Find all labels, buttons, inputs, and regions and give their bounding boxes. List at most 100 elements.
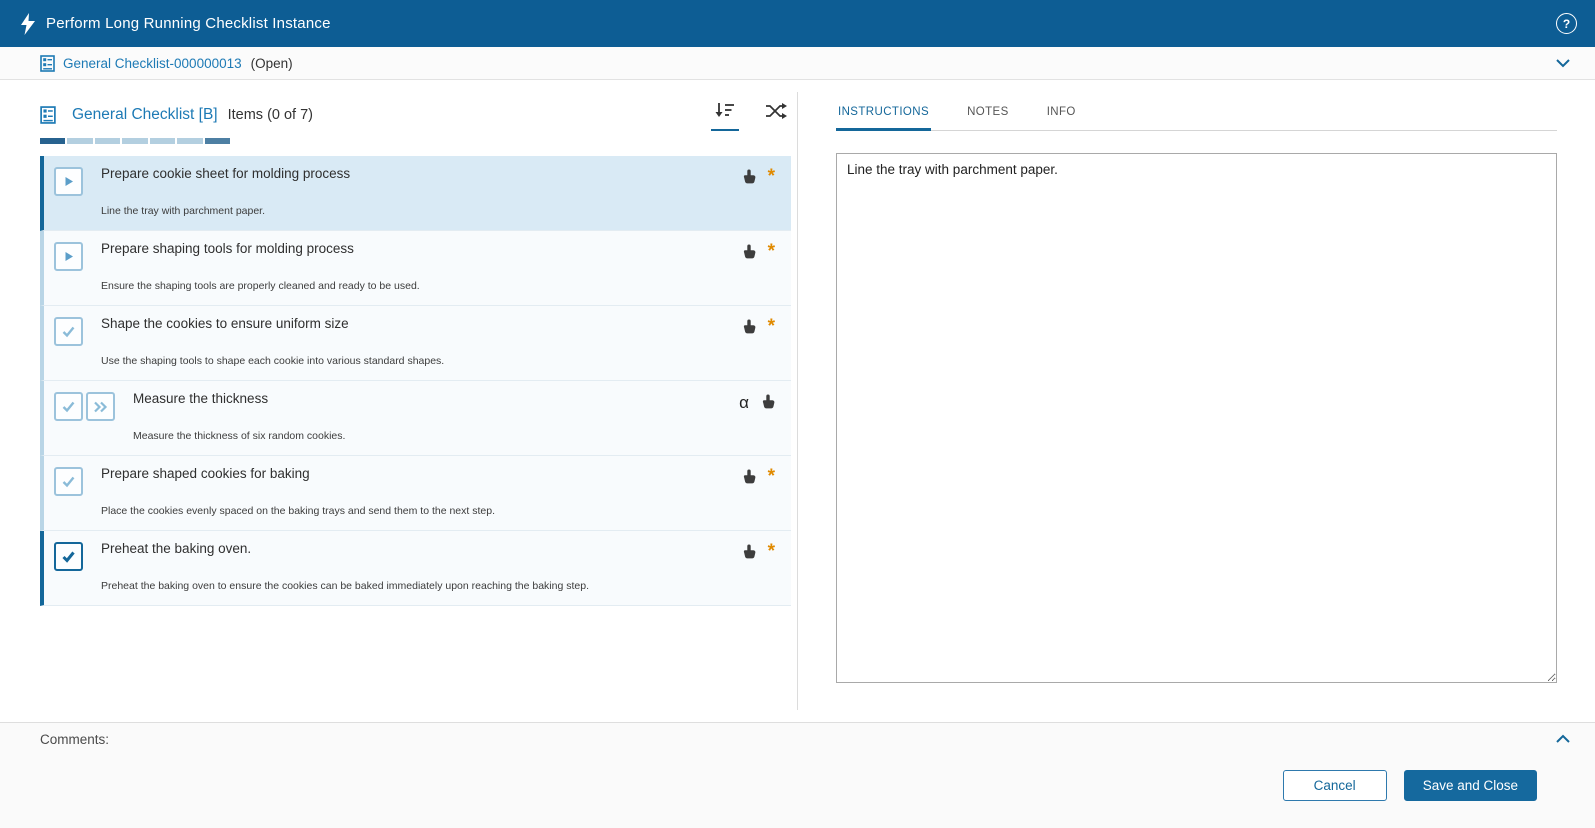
instructions-textarea[interactable]: Line the tray with parchment paper. xyxy=(836,153,1557,683)
item-description: Line the tray with parchment paper. xyxy=(101,205,742,217)
complete-checkbox[interactable] xyxy=(54,542,83,571)
item-title: Prepare cookie sheet for molding process xyxy=(101,166,742,181)
manual-hand-icon xyxy=(742,169,756,184)
item-status-icons: α * xyxy=(739,381,791,455)
detail-tabs: INSTRUCTIONS NOTES INFO xyxy=(836,106,1557,131)
start-step-button[interactable] xyxy=(54,167,83,196)
item-status-icons: α * xyxy=(742,531,791,605)
item-texts: Prepare shaped cookies for baking Place … xyxy=(83,456,742,530)
breadcrumb: General Checklist-000000013 (Open) xyxy=(0,47,1595,80)
title-bar: Perform Long Running Checklist Instance … xyxy=(0,0,1595,47)
footer-actions: Cancel Save and Close xyxy=(0,755,1595,828)
checklist-items: Prepare cookie sheet for molding process… xyxy=(40,156,791,606)
item-texts: Preheat the baking oven. Preheat the bak… xyxy=(83,531,742,605)
checklist-panel: General Checklist [B] Items (0 of 7) xyxy=(0,80,797,722)
item-description: Preheat the baking oven to ensure the co… xyxy=(101,580,742,592)
app-window: Perform Long Running Checklist Instance … xyxy=(0,0,1595,828)
checklist-item[interactable]: Prepare cookie sheet for molding process… xyxy=(40,156,791,231)
item-control xyxy=(44,531,83,605)
checklist-title: General Checklist [B] xyxy=(72,106,218,124)
progress-segment xyxy=(67,138,92,144)
play-icon xyxy=(62,175,75,188)
item-description: Place the cookies evenly spaced on the b… xyxy=(101,505,742,517)
item-title: Shape the cookies to ensure uniform size xyxy=(101,316,742,331)
complete-checkbox[interactable] xyxy=(54,392,83,421)
manual-hand-icon xyxy=(761,394,775,409)
comments-label: Comments: xyxy=(40,732,109,747)
item-texts: Prepare cookie sheet for molding process… xyxy=(83,156,742,230)
item-control xyxy=(44,231,83,305)
complete-checkbox[interactable] xyxy=(54,317,83,346)
progress-segment xyxy=(122,138,147,144)
send-next-chevron-button[interactable] xyxy=(86,392,115,421)
complete-checkbox[interactable] xyxy=(54,467,83,496)
checklist-item[interactable]: Prepare shaping tools for molding proces… xyxy=(40,231,791,306)
item-control xyxy=(44,456,83,530)
item-status-icons: α * xyxy=(742,231,791,305)
start-step-button[interactable] xyxy=(54,242,83,271)
item-status-icons: α * xyxy=(742,306,791,380)
alpha-icon: α xyxy=(739,394,749,412)
checklist-header: General Checklist [B] Items (0 of 7) xyxy=(40,98,791,131)
page-title: Perform Long Running Checklist Instance xyxy=(46,15,331,32)
comments-section: Comments: xyxy=(0,722,1595,755)
required-asterisk: * xyxy=(768,319,775,335)
progress-segment xyxy=(95,138,120,144)
item-texts: Shape the cookies to ensure uniform size… xyxy=(83,306,742,380)
help-icon[interactable]: ? xyxy=(1556,13,1577,34)
tab-info[interactable]: INFO xyxy=(1045,106,1078,131)
checklist-instance-link[interactable]: General Checklist-000000013 xyxy=(63,56,242,71)
checklist-item[interactable]: Prepare shaped cookies for baking Place … xyxy=(40,456,791,531)
checklist-item[interactable]: Preheat the baking oven. Preheat the bak… xyxy=(40,531,791,606)
item-status-icons: α * xyxy=(742,156,791,230)
checklist-doc-icon xyxy=(40,55,55,72)
shuffle-button[interactable] xyxy=(761,99,791,130)
check-icon xyxy=(61,549,76,564)
progress-segment xyxy=(205,138,230,144)
check-icon xyxy=(61,474,76,489)
item-control xyxy=(44,381,115,455)
comments-chevron-up-icon[interactable] xyxy=(1551,730,1575,748)
item-description: Ensure the shaping tools are properly cl… xyxy=(101,280,742,292)
play-icon xyxy=(62,250,75,263)
check-icon xyxy=(61,399,76,414)
main-content: General Checklist [B] Items (0 of 7) xyxy=(0,80,1595,722)
item-title: Measure the thickness xyxy=(133,391,739,406)
item-description: Measure the thickness of six random cook… xyxy=(133,430,739,442)
manual-hand-icon xyxy=(742,244,756,259)
detail-panel: INSTRUCTIONS NOTES INFO Line the tray wi… xyxy=(798,80,1595,722)
item-control xyxy=(44,306,83,380)
progress-bar xyxy=(40,138,230,144)
item-status-icons: α * xyxy=(742,456,791,530)
required-asterisk: * xyxy=(768,169,775,185)
check-icon xyxy=(61,324,76,339)
manual-hand-icon xyxy=(742,319,756,334)
tab-notes[interactable]: NOTES xyxy=(965,106,1011,131)
checklist-item[interactable]: Shape the cookies to ensure uniform size… xyxy=(40,306,791,381)
checklist-doc-icon xyxy=(40,106,56,124)
items-count: Items (0 of 7) xyxy=(228,107,313,123)
collapse-chevron-down-icon[interactable] xyxy=(1551,54,1575,72)
item-title: Preheat the baking oven. xyxy=(101,541,742,556)
double-chevron-icon xyxy=(93,400,108,414)
item-texts: Prepare shaping tools for molding proces… xyxy=(83,231,742,305)
progress-segment xyxy=(150,138,175,144)
status-text: (Open) xyxy=(251,56,293,71)
cancel-button[interactable]: Cancel xyxy=(1283,770,1387,801)
required-asterisk: * xyxy=(768,544,775,560)
sort-order-button[interactable] xyxy=(711,98,739,131)
progress-segment xyxy=(177,138,202,144)
item-description: Use the shaping tools to shape each cook… xyxy=(101,355,742,367)
checklist-item[interactable]: Measure the thickness Measure the thickn… xyxy=(40,381,791,456)
manual-hand-icon xyxy=(742,469,756,484)
required-asterisk: * xyxy=(768,469,775,485)
item-title: Prepare shaped cookies for baking xyxy=(101,466,742,481)
manual-hand-icon xyxy=(742,544,756,559)
tab-instructions[interactable]: INSTRUCTIONS xyxy=(836,106,931,131)
bolt-icon xyxy=(20,13,36,35)
item-title: Prepare shaping tools for molding proces… xyxy=(101,241,742,256)
progress-segment xyxy=(40,138,65,144)
save-and-close-button[interactable]: Save and Close xyxy=(1404,770,1537,801)
item-control xyxy=(44,156,83,230)
item-texts: Measure the thickness Measure the thickn… xyxy=(115,381,739,455)
